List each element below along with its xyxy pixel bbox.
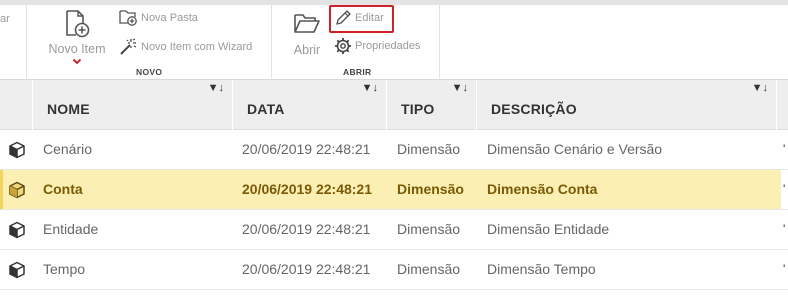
column-header-tipo[interactable]: TIPO ▼↓ — [387, 80, 477, 130]
novo-item-label: Novo Item — [48, 42, 106, 56]
cell-descricao: Dimensão Conta — [487, 181, 598, 197]
cell-data: 20/06/2019 22:48:21 — [242, 261, 371, 277]
nova-pasta-label: Nova Pasta — [141, 11, 198, 24]
chevron-down-icon[interactable] — [72, 58, 82, 66]
filter-sort-icon[interactable]: ▼↓ — [452, 82, 468, 94]
cell-overflow-mark: ' — [783, 142, 786, 156]
cube-icon — [9, 221, 25, 239]
cell-tipo: Dimensão — [397, 261, 461, 277]
propriedades-label: Propriedades — [355, 40, 421, 52]
table-row-selected[interactable]: Conta 20/06/2019 22:48:21 Dimensão Dimen… — [0, 170, 788, 210]
nova-pasta-button[interactable]: Nova Pasta — [119, 9, 198, 26]
novo-group-label: NOVO — [136, 67, 163, 77]
novo-item-wizard-label: Novo Item com Wizard — [141, 40, 253, 53]
table-row[interactable]: Tempo 20/06/2019 22:48:21 Dimensão Dimen… — [0, 250, 788, 290]
open-folder-icon — [294, 14, 320, 33]
ribbon-toolbar: ar Novo Item Nova Pasta Novo Item com Wi — [0, 5, 788, 80]
cell-descricao: Dimensão Entidade — [487, 221, 610, 237]
table-row[interactable]: Cenário 20/06/2019 22:48:21 Dimensão Dim… — [0, 130, 788, 170]
novo-item-button[interactable]: Novo Item — [46, 9, 108, 66]
grid-header: NOME ▼↓ DATA ▼↓ TIPO ▼↓ DESCRIÇÃO ▼↓ — [0, 80, 788, 130]
cell-nome: Cenário — [43, 141, 93, 157]
cube-icon — [9, 181, 25, 199]
abrir-button[interactable]: Abrir — [289, 11, 325, 57]
filter-sort-icon[interactable]: ▼↓ — [208, 82, 224, 94]
cell-descricao: Dimensão Tempo — [487, 261, 596, 277]
column-header-descricao[interactable]: DESCRIÇÃO ▼↓ — [477, 80, 777, 130]
cell-tipo: Dimensão — [397, 181, 464, 197]
cell-descricao: Dimensão Cenário e Versão — [487, 141, 663, 157]
column-header-data[interactable]: DATA ▼↓ — [233, 80, 387, 130]
cell-nome: Entidade — [43, 221, 99, 237]
cube-icon — [9, 261, 25, 279]
cell-tipo: Dimensão — [397, 221, 461, 237]
ribbon-cut-label: ar — [0, 13, 10, 25]
novo-item-wizard-button[interactable]: Novo Item com Wizard — [119, 38, 252, 55]
cell-data: 20/06/2019 22:48:21 — [242, 221, 371, 237]
cell-overflow-mark: ' — [783, 182, 786, 196]
column-header-nome[interactable]: NOME ▼↓ — [33, 80, 233, 130]
abrir-group-label: ABRIR — [343, 67, 372, 77]
abrir-label: Abrir — [293, 43, 321, 57]
column-header-label: TIPO — [401, 101, 435, 117]
magic-wand-icon — [120, 38, 137, 55]
table-row[interactable]: Entidade 20/06/2019 22:48:21 Dimensão Di… — [0, 210, 788, 250]
cell-overflow-mark: ' — [783, 262, 786, 276]
header-icon-column — [0, 80, 33, 130]
cell-nome: Conta — [43, 181, 83, 197]
cell-tipo: Dimensão — [397, 141, 461, 157]
cell-overflow-mark: ' — [783, 222, 786, 236]
filter-sort-icon[interactable]: ▼↓ — [752, 82, 768, 94]
new-item-icon — [66, 10, 90, 38]
column-header-label: NOME — [47, 101, 90, 117]
editar-highlight-box — [329, 5, 394, 33]
selection-bar — [0, 170, 3, 209]
column-header-label: DESCRIÇÃO — [491, 101, 577, 117]
cube-icon — [9, 141, 25, 159]
cell-nome: Tempo — [43, 261, 86, 277]
propriedades-button[interactable]: Propriedades — [334, 37, 420, 55]
ribbon-separator — [439, 5, 440, 78]
filter-sort-icon[interactable]: ▼↓ — [362, 82, 378, 94]
ribbon-separator — [26, 5, 27, 78]
cell-data: 20/06/2019 22:48:21 — [242, 181, 372, 197]
new-folder-icon — [119, 10, 137, 26]
gear-icon — [335, 38, 351, 54]
cell-data: 20/06/2019 22:48:21 — [242, 141, 371, 157]
column-header-label: DATA — [247, 101, 285, 117]
ribbon-separator — [271, 5, 272, 78]
